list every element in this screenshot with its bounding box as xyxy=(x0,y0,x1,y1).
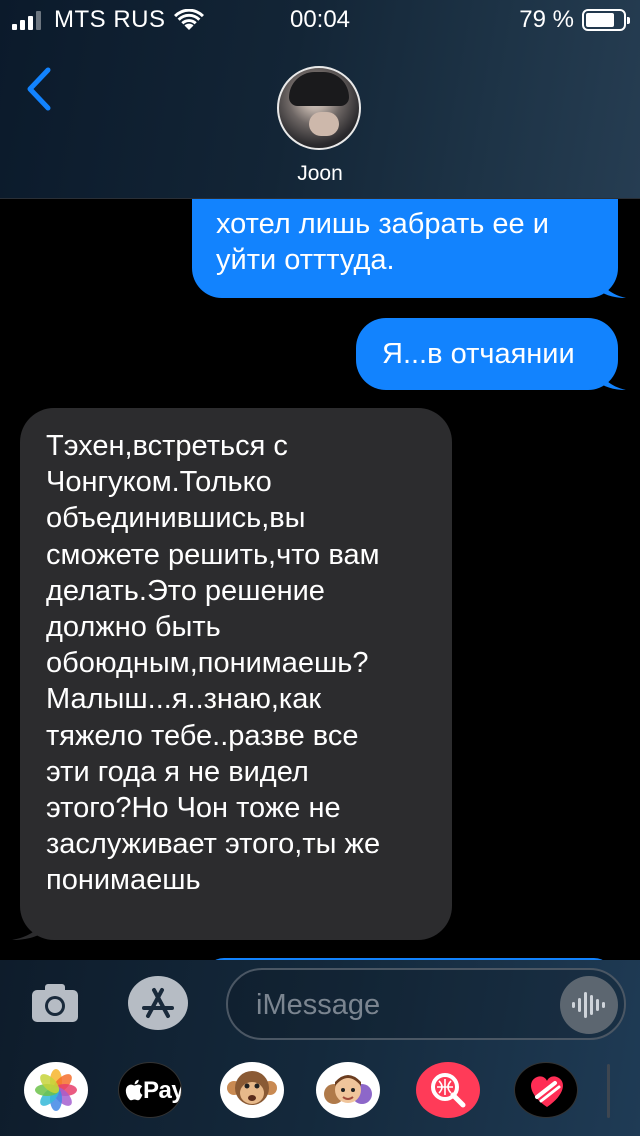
message-line: сможете решить,что вам xyxy=(46,538,380,571)
message-line: заслуживает этого,ты же xyxy=(46,828,381,861)
chevron-left-icon[interactable] xyxy=(22,66,58,112)
battery-icon xyxy=(582,9,630,31)
bubble-tail xyxy=(596,270,626,298)
battery-percent: 79 % xyxy=(519,6,574,33)
message-line: понимаешь xyxy=(46,864,201,897)
message-line: обоюдным,понимаешь? xyxy=(46,647,369,680)
message-line: тяжело тебе..разве все xyxy=(46,719,359,752)
message-line: этого?Но Чон тоже не xyxy=(46,791,341,824)
composer-bar: Pay xyxy=(0,960,640,1136)
apple-pay-button[interactable]: Pay xyxy=(118,1062,182,1118)
animoji-app-button[interactable] xyxy=(220,1062,284,1118)
message-input-container[interactable] xyxy=(226,968,626,1040)
app-store-button[interactable] xyxy=(128,976,188,1030)
message-line: объединившись,вы xyxy=(46,502,306,535)
message-line: уйти отттуда. xyxy=(216,244,395,276)
apple-pay-label: Pay xyxy=(143,1077,182,1104)
app-drawer: Pay xyxy=(0,1060,640,1130)
waveform-icon xyxy=(572,992,605,1018)
camera-icon[interactable] xyxy=(30,980,80,1026)
message-text: Я...в отчаянии xyxy=(382,338,575,370)
battery-fill xyxy=(586,13,614,27)
voice-message-button[interactable] xyxy=(560,976,618,1034)
app-store-icon xyxy=(142,988,174,1018)
message-line: делать.Это решение xyxy=(46,574,325,607)
memoji-icon xyxy=(324,1075,372,1104)
message-line: должно быть xyxy=(46,610,221,643)
memoji-app-button[interactable] xyxy=(316,1062,380,1118)
tray-divider xyxy=(607,1064,610,1118)
digital-touch-app-button[interactable] xyxy=(514,1062,578,1118)
conversation-header: MTS RUS 00:04 79 % Joon xyxy=(0,0,640,199)
message-line: Малыш...я..знаю,как xyxy=(46,683,322,716)
messages-screen: хотел лишь забрать ее и уйти отттуда. Я.… xyxy=(0,0,640,1136)
images-app-button[interactable] xyxy=(416,1062,480,1118)
outgoing-message[interactable]: Я...в отчаянии xyxy=(356,318,618,390)
bubble-tail xyxy=(596,362,626,390)
status-bar: MTS RUS 00:04 79 % xyxy=(0,0,640,40)
contact-name[interactable]: Joon xyxy=(0,162,640,186)
contact-avatar[interactable] xyxy=(277,66,361,150)
imessage-input[interactable] xyxy=(254,986,558,1024)
images-search-icon xyxy=(431,1073,466,1108)
message-line: хотел лишь забрать ее и xyxy=(216,208,549,240)
message-line: Чонгуком.Только xyxy=(46,466,272,499)
apple-logo-icon xyxy=(125,1079,143,1101)
digital-touch-icon xyxy=(531,1076,563,1107)
message-line: Тэхен,встреться с xyxy=(46,430,288,462)
message-line: эти года я не видел xyxy=(46,755,309,788)
incoming-message[interactable]: Тэхен,встреться с Чонгуком.Только объеди… xyxy=(20,408,452,940)
battery-group: 79 % xyxy=(519,6,630,34)
photos-icon xyxy=(35,1069,77,1111)
animoji-icon xyxy=(227,1071,277,1105)
bubble-tail xyxy=(12,912,46,940)
photos-app-button[interactable] xyxy=(24,1062,88,1118)
